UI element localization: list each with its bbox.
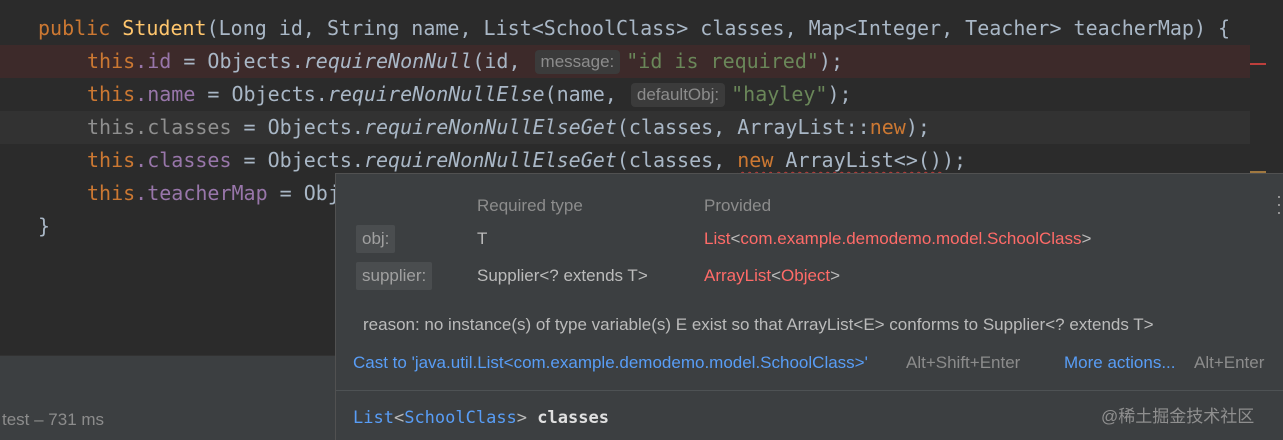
field-id: .id xyxy=(135,49,172,73)
error-reason-text: reason: no instance(s) of type variable(… xyxy=(363,315,1154,334)
assign-text: = Objects. xyxy=(231,148,364,172)
args-text: (classes, xyxy=(616,148,738,172)
code-line-constructor[interactable]: public Student(Long id, String name, Lis… xyxy=(0,12,1250,45)
close-text: ); xyxy=(818,49,843,73)
this-keyword: this xyxy=(87,148,136,172)
assign-text: = Objects. xyxy=(231,115,364,139)
error-expression[interactable]: new ArrayList<>() xyxy=(737,148,942,172)
args-text: (name, xyxy=(544,82,629,106)
code-line-id[interactable]: this.id = Objects.requireNonNull(id, mes… xyxy=(0,45,1250,78)
param-hint-message: message: xyxy=(534,50,621,74)
method-require-non-null-else-get: requireNonNullElseGet xyxy=(363,115,617,139)
assign-text: = Obj xyxy=(267,181,340,205)
string-literal: "hayley" xyxy=(731,82,828,106)
code-line-name[interactable]: this.name = Objects.requireNonNullElse(n… xyxy=(0,78,1250,111)
field-teacher-map: .teacherMap xyxy=(135,181,268,205)
required-type-header: Required type xyxy=(477,196,583,215)
more-actions-shortcut: Alt+Enter xyxy=(1194,353,1265,372)
vertical-dots-icon[interactable]: · · · xyxy=(1276,187,1282,221)
array-list-ctor: ArrayList<>() xyxy=(773,148,942,172)
run-status-text: test – 731 ms xyxy=(2,410,105,429)
this-keyword: this xyxy=(87,82,136,106)
field-classes: .classes xyxy=(135,148,232,172)
declaration-signature: List<SchoolClass> classes xyxy=(353,408,609,428)
method-require-non-null: requireNonNull xyxy=(303,49,473,73)
closing-brace: } xyxy=(38,214,51,238)
assign-text: = Objects. xyxy=(195,82,328,106)
close-text: ); xyxy=(827,82,852,106)
constructor-params: (Long id, String name, List<SchoolClass>… xyxy=(206,16,1231,40)
cast-action-link[interactable]: Cast to 'java.util.List<com.example.demo… xyxy=(353,353,868,373)
keyword-public: public xyxy=(38,16,123,40)
field-classes: .classes xyxy=(135,115,232,139)
keyword-new: new xyxy=(869,115,906,139)
method-require-non-null-else: requireNonNullElse xyxy=(327,82,545,106)
string-literal: "id is required" xyxy=(626,49,819,73)
this-keyword: this xyxy=(87,115,136,139)
watermark-text: @稀土掘金技术社区 xyxy=(1101,407,1255,426)
constructor-name: Student xyxy=(122,16,207,40)
keyword-new: new xyxy=(737,148,774,172)
field-name: .name xyxy=(135,82,196,106)
error-tooltip-popup[interactable]: · · · Required type Provided obj: T List<c… xyxy=(335,173,1283,440)
this-keyword: this xyxy=(87,181,136,205)
assign-text: = Objects. xyxy=(171,49,304,73)
cast-action-shortcut: Alt+Shift+Enter xyxy=(906,353,1021,372)
code-line-classes-ref[interactable]: this.classes = Objects.requireNonNullEls… xyxy=(0,111,1250,144)
args-text: (classes, ArrayList:: xyxy=(616,115,870,139)
popup-divider xyxy=(336,390,1283,391)
param-label-supplier: supplier: xyxy=(356,262,433,290)
provided-header: Provided xyxy=(704,196,772,215)
provided-type-supplier: ArrayList<Object> xyxy=(704,266,841,285)
required-type-supplier: Supplier<? extends T> xyxy=(477,266,648,285)
param-hint-default-obj: defaultObj: xyxy=(630,83,726,107)
error-stripe-mark[interactable] xyxy=(1250,63,1266,65)
close-text: ); xyxy=(941,148,967,172)
more-actions-link[interactable]: More actions... xyxy=(1064,353,1176,373)
param-label-obj: obj: xyxy=(356,225,396,253)
this-keyword: this xyxy=(87,49,136,73)
method-require-non-null-else-get: requireNonNullElseGet xyxy=(363,148,617,172)
provided-type-obj: List<com.example.demodemo.model.SchoolCl… xyxy=(704,229,1092,248)
close-text: ); xyxy=(905,115,930,139)
required-type-obj: T xyxy=(477,229,488,248)
args-text: (id, xyxy=(472,49,533,73)
